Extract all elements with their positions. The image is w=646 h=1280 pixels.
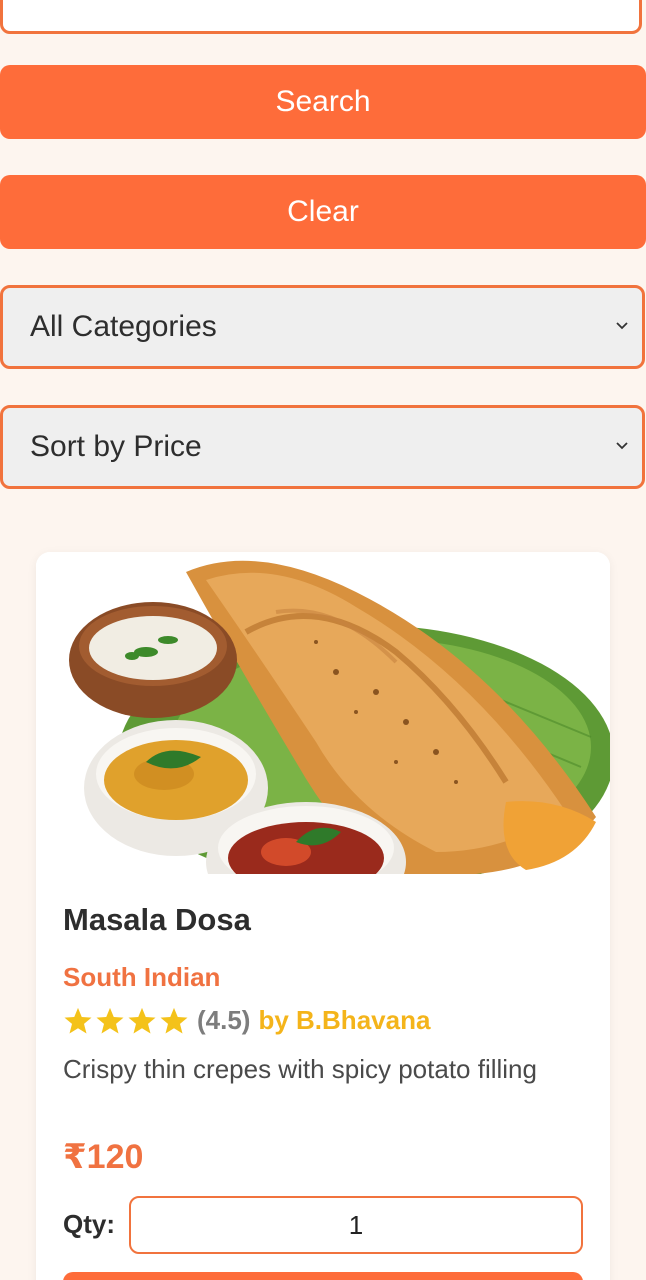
rating-value: (4.5) [197,1005,251,1035]
sort-select-value: Sort by Price [30,430,202,463]
search-input[interactable] [0,0,642,34]
category-select[interactable]: All Categories [0,285,645,369]
rating-author: by B.Bhavana [258,1005,431,1035]
rating: (4.5) by B.Bhavana [63,1005,430,1036]
sort-select[interactable]: Sort by Price [0,405,645,489]
item-price: ₹120 [63,1138,144,1176]
menu-item-card: Masala Dosa South Indian (4.5) by B.Bhav… [36,552,610,1280]
item-name: Masala Dosa [63,902,251,937]
masala-dosa-photo [36,552,610,874]
item-description: Crispy thin crepes with spicy potato fil… [63,1054,537,1084]
qty-input[interactable] [129,1196,583,1254]
add-to-cart-button[interactable] [63,1272,583,1280]
chevron-down-icon [616,322,628,330]
star-icon [64,1007,92,1033]
star-icon [128,1007,156,1033]
category-select-value: All Categories [30,310,217,343]
star-icon [96,1007,124,1033]
clear-button[interactable]: Clear [0,175,646,249]
star-icon [160,1007,188,1033]
chevron-down-icon [616,442,628,450]
rating-stars [63,1006,189,1036]
search-button[interactable]: Search [0,65,646,139]
item-category: South Indian [63,962,221,992]
page: Search Clear All Categories Sort by Pric… [0,0,646,1280]
qty-label: Qty: [63,1209,115,1239]
